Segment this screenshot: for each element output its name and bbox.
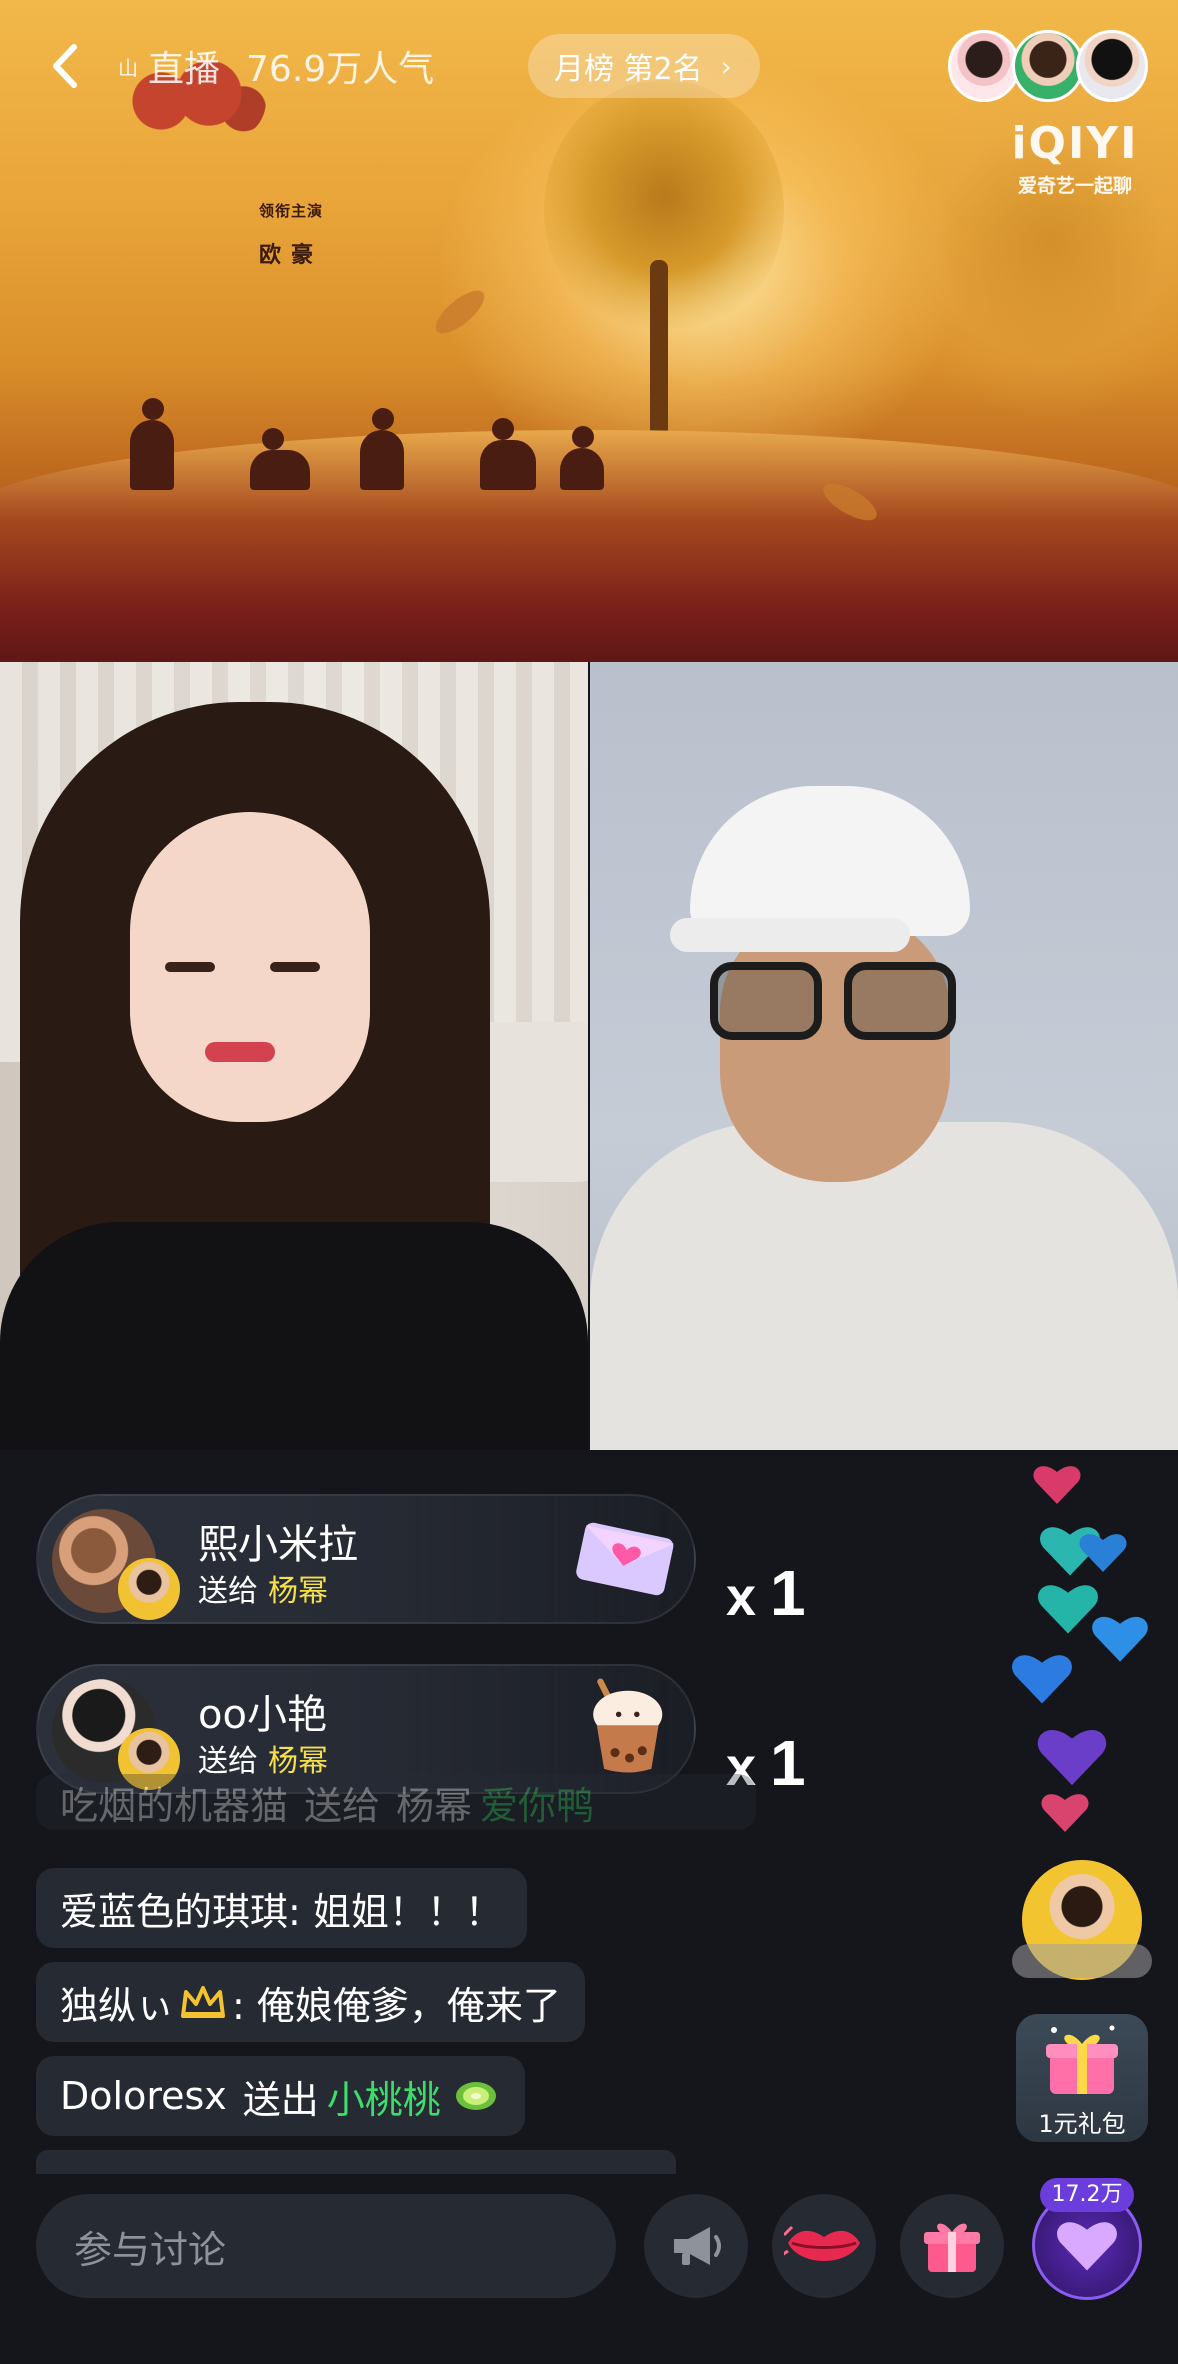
video-feed-left[interactable] [0,662,588,1450]
discussion-input[interactable]: 参与讨论 [36,2194,616,2298]
gift-count: x1 [726,1557,806,1629]
chat-text: : 姐姐！！！ [288,1889,503,1934]
heart-icon [1041,1794,1089,1832]
megaphone-icon [674,2227,721,2265]
megaphone-button[interactable] [644,2194,748,2298]
avatar [118,1558,180,1620]
video-feed-right[interactable] [590,662,1178,1450]
live-info: 山 直播 76.9万人气 [118,42,434,90]
crown-badge-icon [181,1986,226,2018]
popularity-count: 76.9万人气 [246,49,435,90]
gift-target-line: 送给 杨幂 [198,1574,328,1609]
rank-label: 月榜 第2名 [554,52,703,87]
poster-credit-name: 欧豪 [258,243,323,268]
heart-icon [1092,1616,1148,1662]
chat-message [36,2150,676,2174]
heart-icon [1057,2222,1117,2271]
monthly-rank-button[interactable]: 月榜 第2名 › [528,34,760,98]
avatar[interactable] [1012,30,1084,102]
gift-banner: 熙小米拉 送给 杨幂 [36,1494,696,1624]
chevron-right-icon: › [720,49,732,83]
gift-box-icon [1046,2025,1118,2094]
chat-target: 杨幂 [396,1783,473,1828]
heart-icon [1079,1534,1127,1572]
chat-message[interactable]: 独纵ぃ : 俺娘俺爹，俺来了 [36,1962,585,2042]
top-bar: 山 直播 76.9万人气 月榜 第2名 › iQIYI 爱奇艺一起聊 [0,0,1178,197]
iqiyi-logo: iQIYI [1011,118,1139,169]
poster-credit-title: 领衔主演 [258,202,323,220]
host-avatars[interactable] [948,30,1148,102]
love-letter-icon [576,1522,675,1596]
heart-icon [1037,1729,1107,1786]
chat-username: 吃烟的机器猫 [60,1783,289,1828]
bubble-tea-icon [593,1678,663,1773]
brand-watermark: iQIYI 爱奇艺一起聊 [1000,118,1150,198]
anchor-name-blurred [1012,1944,1152,1978]
live-label: 直播 [148,49,221,90]
poster-credit: 领衔主演 欧豪 [256,200,326,269]
poster-figures [120,360,640,490]
chat-message[interactable]: Doloresx 送出 小桃桃 [36,2056,525,2136]
brand-slogan: 爱奇艺一起聊 [1017,175,1132,197]
live-mini-label: 山 [118,55,138,80]
gift-sender-name: oo小艳 [198,1692,327,1738]
back-button[interactable] [40,36,90,96]
chat-gift-name: 爱你鸭 [480,1783,595,1828]
gift-pack-button[interactable]: 1元礼包 [1016,2014,1148,2142]
kiwi-icon [455,2082,496,2110]
like-count-badge: 17.2万 [1040,2178,1134,2212]
gift-target: 杨幂 [268,1574,328,1609]
gift-button[interactable] [900,2194,1004,2298]
gift-sender-name: 熙小米拉 [198,1522,358,1568]
gift-pack-label: 1元礼包 [1038,2110,1126,2138]
chevron-left-icon [53,44,77,88]
heart-icon [1012,1655,1072,1704]
avatar[interactable] [1076,30,1148,102]
chat-username[interactable]: 独纵ぃ [60,1975,174,2030]
input-placeholder: 参与讨论 [74,2227,227,2272]
lips-icon [784,2225,860,2261]
chat-text: : 俺娘俺爹，俺来了 [232,1983,561,2028]
heart-icon [1033,1466,1081,1504]
chat-message: 吃烟的机器猫 送给 杨幂 爱你鸭 [36,1774,756,1830]
chat-username[interactable]: Doloresx [60,2074,227,2118]
kiss-button[interactable] [772,2194,876,2298]
avatar[interactable] [948,30,1020,102]
chat-username[interactable]: 爱蓝色的琪琪 [60,1881,288,1936]
gift-icon [924,2223,980,2272]
chat-message[interactable]: 爱蓝色的琪琪 : 姐姐！！！ [36,1868,527,1948]
chat-gift-name: 小桃桃 [326,2077,441,2122]
